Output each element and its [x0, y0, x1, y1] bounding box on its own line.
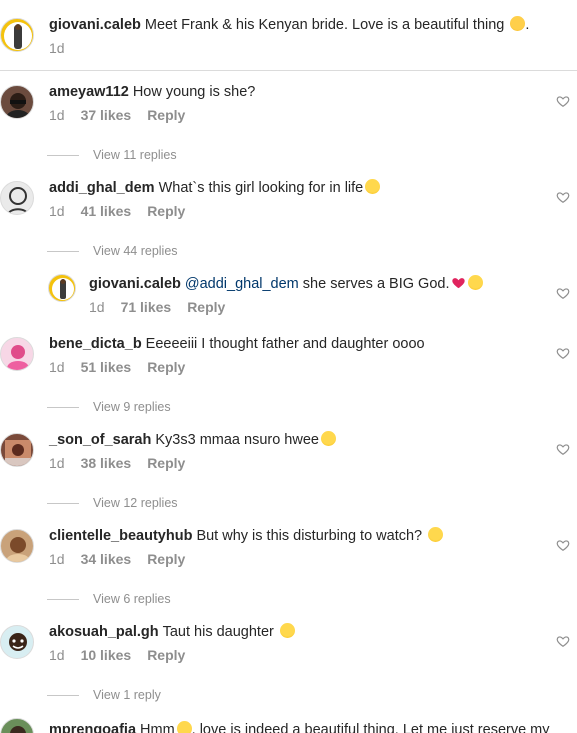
- view-replies-button[interactable]: View 11 replies: [47, 148, 177, 162]
- reply-button[interactable]: Reply: [147, 359, 185, 375]
- comment-meta: 1d 41 likes Reply: [49, 203, 201, 219]
- view-replies-button[interactable]: View 1 reply: [47, 688, 161, 702]
- divider-line: [47, 695, 79, 697]
- username[interactable]: addi_ghal_dem: [49, 180, 155, 196]
- comment-text: bene_dicta_b Eeeeeiii I thought father an…: [49, 336, 425, 352]
- username[interactable]: _son_of_sarah: [49, 432, 151, 448]
- avatar[interactable]: [0, 433, 34, 467]
- username[interactable]: ameyaw112: [49, 84, 129, 100]
- username[interactable]: giovani.caleb: [49, 17, 141, 33]
- reply-button[interactable]: Reply: [147, 647, 185, 663]
- divider-line: [47, 599, 79, 601]
- like-heart-icon[interactable]: [556, 94, 570, 108]
- reply-button[interactable]: Reply: [147, 107, 185, 123]
- comment-meta: 1d 10 likes Reply: [49, 647, 201, 663]
- like-heart-icon[interactable]: [556, 538, 570, 552]
- avatar[interactable]: [0, 625, 34, 659]
- laughing-emoji-icon: [365, 179, 381, 194]
- caption-text: giovani.caleb Meet Frank & his Kenyan bri…: [49, 16, 530, 33]
- likes-count[interactable]: 37 likes: [81, 107, 132, 123]
- reply-button[interactable]: Reply: [147, 455, 185, 471]
- reply-button[interactable]: Reply: [147, 203, 185, 219]
- reply-text: giovani.caleb @addi_ghal_dem she serves a…: [89, 275, 484, 293]
- comment-text: _son_of_sarah Ky3s3 mmaa nsuro hwee: [49, 431, 336, 449]
- username[interactable]: bene_dicta_b: [49, 336, 142, 352]
- view-replies-button[interactable]: View 44 replies: [47, 244, 178, 258]
- avatar[interactable]: [0, 337, 34, 371]
- comment-meta: 1d 37 likes Reply: [49, 107, 201, 123]
- red-heart-emoji-icon: [452, 278, 466, 289]
- username[interactable]: clientelle_beautyhub: [49, 528, 192, 544]
- heart-eyes-emoji-icon: [510, 16, 526, 31]
- avatar[interactable]: [0, 529, 34, 563]
- like-heart-icon[interactable]: [556, 190, 570, 204]
- comment-text: ameyaw112 How young is she?: [49, 84, 256, 100]
- comment-meta: 1d 38 likes Reply: [49, 455, 201, 471]
- laughing-emoji-icon: [428, 527, 444, 542]
- divider-line: [47, 503, 79, 505]
- timestamp: 1d: [49, 551, 65, 567]
- comment-meta: 1d 51 likes Reply: [49, 359, 201, 375]
- comment-text: mprengoafia Hmm, love is indeed a beautif…: [49, 721, 550, 733]
- timestamp: 1d: [49, 455, 65, 471]
- like-heart-icon[interactable]: [556, 634, 570, 648]
- comment-text: addi_ghal_dem What`s this girl looking fo…: [49, 179, 381, 197]
- username[interactable]: mprengoafia: [49, 722, 136, 733]
- likes-count[interactable]: 71 likes: [121, 299, 172, 315]
- reply-meta: 1d 71 likes Reply: [89, 299, 241, 315]
- avatar[interactable]: [48, 274, 76, 302]
- like-heart-icon[interactable]: [556, 346, 570, 360]
- divider-line: [47, 251, 79, 253]
- divider: [0, 70, 577, 71]
- view-replies-button[interactable]: View 9 replies: [47, 400, 171, 414]
- timestamp: 1d: [49, 107, 65, 123]
- likes-count[interactable]: 51 likes: [81, 359, 132, 375]
- reply-button[interactable]: Reply: [187, 299, 225, 315]
- laughing-emoji-icon: [320, 431, 336, 446]
- divider-line: [47, 407, 79, 409]
- laughing-emoji-icon: [279, 623, 295, 638]
- likes-count[interactable]: 41 likes: [81, 203, 132, 219]
- avatar[interactable]: [0, 18, 34, 52]
- laughing-emoji-icon: [176, 721, 192, 733]
- likes-count[interactable]: 38 likes: [81, 455, 132, 471]
- likes-count[interactable]: 34 likes: [81, 551, 132, 567]
- avatar[interactable]: [0, 718, 34, 733]
- laughing-emoji-icon: [468, 275, 484, 290]
- avatar[interactable]: [0, 181, 34, 215]
- username[interactable]: giovani.caleb: [89, 276, 181, 292]
- mention-link[interactable]: @addi_ghal_dem: [185, 276, 299, 292]
- timestamp: 1d: [49, 40, 65, 56]
- username[interactable]: akosuah_pal.gh: [49, 624, 159, 640]
- caption-body: Meet Frank & his Kenyan bride. Love is a…: [144, 17, 505, 33]
- comment-text: akosuah_pal.gh Taut his daughter: [49, 623, 295, 641]
- view-replies-button[interactable]: View 12 replies: [47, 496, 178, 510]
- timestamp: 1d: [89, 299, 105, 315]
- view-replies-button[interactable]: View 6 replies: [47, 592, 171, 606]
- avatar[interactable]: [0, 85, 34, 119]
- timestamp: 1d: [49, 359, 65, 375]
- caption-meta: 1d: [49, 40, 81, 56]
- reply-button[interactable]: Reply: [147, 551, 185, 567]
- likes-count[interactable]: 10 likes: [81, 647, 132, 663]
- comment-meta: 1d 34 likes Reply: [49, 551, 201, 567]
- like-heart-icon[interactable]: [556, 286, 570, 300]
- timestamp: 1d: [49, 203, 65, 219]
- divider-line: [47, 155, 79, 157]
- comment-text: clientelle_beautyhub But why is this dist…: [49, 527, 444, 545]
- like-heart-icon[interactable]: [556, 442, 570, 456]
- timestamp: 1d: [49, 647, 65, 663]
